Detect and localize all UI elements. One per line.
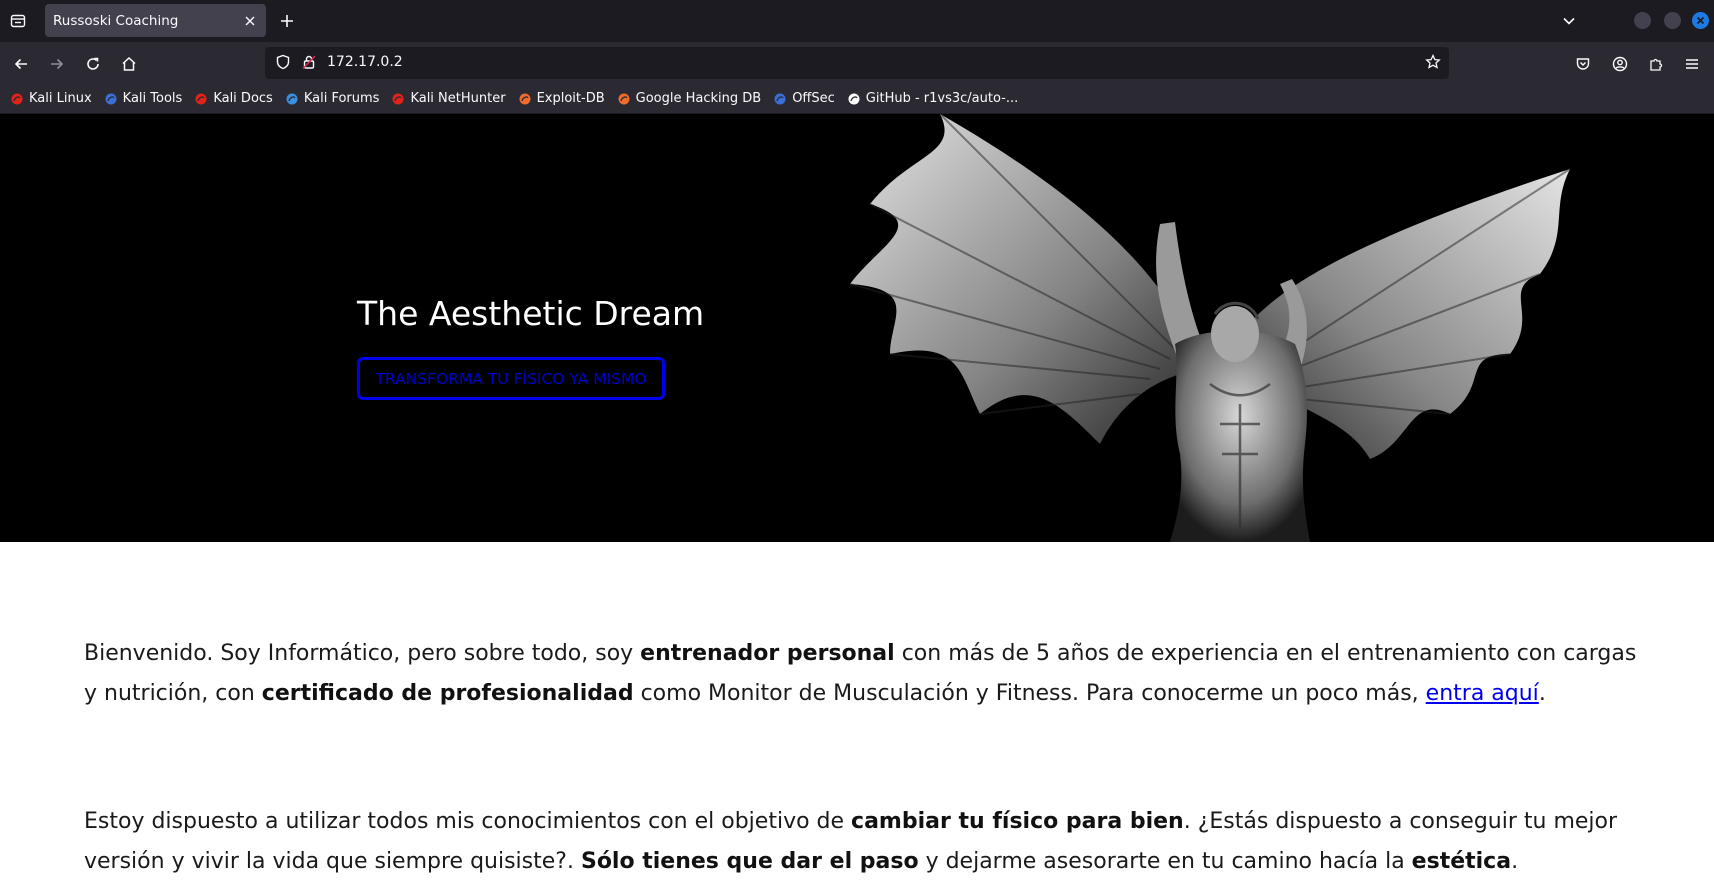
close-icon xyxy=(1696,16,1705,25)
web-page: The Aesthetic Dream TRANSFORMA TU FÍSICO… xyxy=(0,114,1714,894)
minimize-button[interactable] xyxy=(1634,12,1651,29)
pocket-button[interactable] xyxy=(1570,51,1596,77)
bookmark-label: Exploit-DB xyxy=(536,91,605,106)
home-icon xyxy=(122,56,136,71)
offsec-icon xyxy=(773,92,787,106)
window-close-button[interactable] xyxy=(1692,12,1709,29)
bookmark-item[interactable]: Kali NetHunter xyxy=(391,91,506,106)
url-bar[interactable]: 172.17.0.2 xyxy=(265,47,1449,79)
bold-personal-trainer: entrenador personal xyxy=(640,641,895,666)
bookmark-label: Kali NetHunter xyxy=(410,91,506,106)
chevron-down-icon xyxy=(1563,17,1575,25)
bookmark-label: Google Hacking DB xyxy=(635,91,762,106)
extensions-button[interactable] xyxy=(1643,51,1669,77)
account-button[interactable] xyxy=(1607,51,1633,77)
bookmark-label: Kali Forums xyxy=(303,91,380,106)
hero-banner: The Aesthetic Dream TRANSFORMA TU FÍSICO… xyxy=(0,114,1714,542)
bookmark-item[interactable]: Google Hacking DB xyxy=(617,91,762,106)
bookmark-item[interactable]: Kali Tools xyxy=(104,91,183,106)
insecure-lock-icon[interactable] xyxy=(301,54,317,74)
navigation-toolbar: 172.17.0.2 xyxy=(0,42,1714,84)
kali-docs-icon xyxy=(194,92,208,106)
account-icon xyxy=(1612,56,1628,72)
kali-nethunter-icon xyxy=(391,92,405,106)
maximize-button[interactable] xyxy=(1664,12,1681,29)
kali-icon xyxy=(10,92,24,106)
text-span: y dejarme asesorarte en tu camino hacía … xyxy=(918,849,1412,874)
reload-button[interactable] xyxy=(80,51,106,77)
text-span: Bienvenido. Soy Informático, pero sobre … xyxy=(84,641,641,666)
hero-title: The Aesthetic Dream xyxy=(357,294,705,333)
kali-tools-icon xyxy=(104,92,118,106)
github-icon xyxy=(847,92,861,106)
tab-bar: Russoski Coaching xyxy=(0,0,1714,42)
close-icon xyxy=(245,16,255,25)
url-text[interactable]: 172.17.0.2 xyxy=(327,54,403,70)
text-span: Estoy dispuesto a utilizar todos mis con… xyxy=(84,809,852,834)
intro-content: Bienvenido. Soy Informático, pero sobre … xyxy=(84,634,1644,882)
arrow-right-icon xyxy=(51,58,64,70)
text-span: como Monitor de Musculación y Fitness. P… xyxy=(633,681,1426,706)
forward-button[interactable] xyxy=(44,51,70,77)
bold-change-physique: cambiar tu físico para bien xyxy=(851,809,1184,834)
bookmark-item[interactable]: Kali Docs xyxy=(194,91,273,106)
list-all-tabs-button[interactable] xyxy=(1558,10,1580,32)
shield-icon[interactable] xyxy=(275,54,291,74)
back-button[interactable] xyxy=(8,51,34,77)
bookmark-label: Kali Linux xyxy=(29,91,92,106)
tab-close-button[interactable] xyxy=(242,13,258,29)
new-tab-button[interactable] xyxy=(276,10,298,32)
bookmark-item[interactable]: Kali Linux xyxy=(10,91,92,106)
firefox-view-button[interactable] xyxy=(0,0,36,42)
bold-certificate: certificado de profesionalidad xyxy=(261,681,634,706)
home-button[interactable] xyxy=(116,51,142,77)
text-span: . xyxy=(1538,681,1546,706)
kali-forums-icon xyxy=(285,92,299,106)
bookmark-label: Kali Tools xyxy=(122,91,183,106)
menu-button[interactable] xyxy=(1679,51,1705,77)
reload-icon xyxy=(87,57,99,70)
firefox-view-icon xyxy=(10,14,26,28)
bookmark-star-icon[interactable] xyxy=(1425,53,1441,74)
bookmark-label: OffSec xyxy=(792,91,835,106)
commitment-paragraph: Estoy dispuesto a utilizar todos mis con… xyxy=(84,802,1644,882)
bold-aesthetics: estética xyxy=(1411,849,1512,874)
winged-bodybuilder-image xyxy=(850,114,1571,542)
bookmark-label: GitHub - r1vs3c/auto-... xyxy=(865,91,1019,106)
welcome-paragraph: Bienvenido. Soy Informático, pero sobre … xyxy=(84,634,1644,714)
text-span: . xyxy=(1511,849,1519,874)
puzzle-icon xyxy=(1650,58,1663,71)
ghdb-icon xyxy=(617,92,631,106)
bold-take-the-step: Sólo tienes que dar el paso xyxy=(580,849,919,874)
tab-title: Russoski Coaching xyxy=(53,12,179,29)
plus-icon xyxy=(281,15,293,27)
bookmark-label: Kali Docs xyxy=(213,91,273,106)
bookmarks-toolbar: Kali Linux Kali Tools Kali Docs Kali Forums… xyxy=(0,84,1714,114)
arrow-left-icon xyxy=(14,58,27,70)
hamburger-menu-icon xyxy=(1686,59,1698,69)
pocket-icon xyxy=(1576,58,1590,70)
bookmark-item[interactable]: Kali Forums xyxy=(285,91,380,106)
bookmark-item[interactable]: GitHub - r1vs3c/auto-... xyxy=(847,91,1018,106)
exploit-db-icon xyxy=(518,92,532,106)
active-tab[interactable]: Russoski Coaching xyxy=(45,4,266,37)
about-me-link[interactable]: entra aquí xyxy=(1426,681,1539,706)
bookmark-item[interactable]: Exploit-DB xyxy=(518,91,605,106)
transform-cta-button[interactable]: TRANSFORMA TU FÍSICO YA MISMO xyxy=(357,357,665,400)
bookmark-item[interactable]: OffSec xyxy=(773,91,835,106)
